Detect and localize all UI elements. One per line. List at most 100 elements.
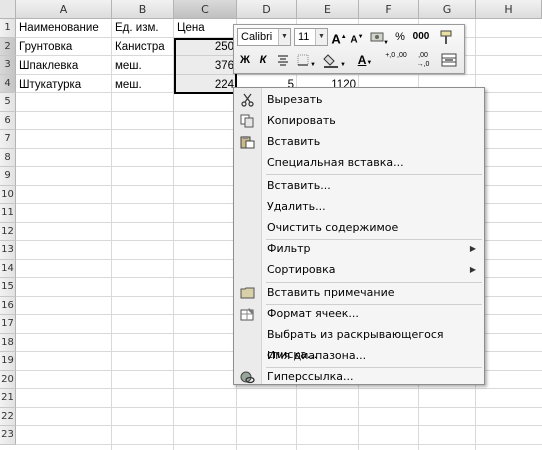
svg-text:▼: ▼: [383, 40, 389, 46]
row-header-9[interactable]: 9: [0, 167, 16, 186]
row-header-23[interactable]: 23: [0, 426, 16, 445]
row-header-3[interactable]: 3: [0, 56, 16, 75]
grow-font-button[interactable]: A▲: [331, 28, 347, 46]
cell-b4[interactable]: меш.: [112, 76, 174, 94]
column-header-e[interactable]: E: [297, 0, 359, 19]
row-header-21[interactable]: 21: [0, 389, 16, 408]
context-menu: Вырезать Копировать Вставить Специальная…: [233, 87, 485, 385]
row-header-2[interactable]: 2: [0, 37, 16, 57]
format-painter-button[interactable]: [435, 28, 457, 46]
row-header-20[interactable]: 20: [0, 370, 16, 390]
copy-icon: [240, 114, 254, 128]
font-size-value: 11: [298, 31, 310, 43]
row-header-16[interactable]: 16: [0, 296, 16, 316]
select-all-corner[interactable]: [0, 0, 16, 19]
fill-color-button[interactable]: ▼: [322, 51, 348, 69]
row-header-6[interactable]: 6: [0, 111, 16, 131]
menu-separator: [266, 174, 482, 175]
row-header-8[interactable]: 8: [0, 148, 16, 168]
cell-b2[interactable]: Канистра: [112, 38, 174, 56]
percent-format-button[interactable]: %: [392, 28, 408, 46]
cell-a1[interactable]: Наименование: [16, 19, 112, 37]
row-header-19[interactable]: 19: [0, 352, 16, 371]
menu-item-format-cells[interactable]: Формат ячеек...: [234, 304, 484, 324]
menu-item-hyperlink[interactable]: Гиперссылка...: [234, 367, 484, 387]
increase-decimal-button[interactable]: +,0 ,00: [384, 51, 408, 69]
submenu-arrow-icon: ▶: [469, 244, 476, 253]
menu-item-insert-comment[interactable]: Вставить примечание: [234, 283, 484, 303]
scissors-icon: [241, 93, 254, 107]
italic-button[interactable]: К: [255, 51, 271, 69]
grid-line: [16, 443, 542, 445]
shrink-font-button[interactable]: A▼: [349, 28, 365, 46]
row-header-7[interactable]: 7: [0, 130, 16, 149]
menu-item-pick-from-list[interactable]: Выбрать из раскрывающегося списка...: [234, 325, 484, 361]
comment-icon: [240, 287, 255, 299]
borders-button[interactable]: ▼: [295, 51, 317, 69]
font-name-value: Calibri: [241, 31, 273, 43]
column-header-a[interactable]: A: [16, 0, 112, 19]
chevron-down-icon[interactable]: ▼: [315, 29, 327, 45]
svg-text:▼: ▼: [340, 62, 346, 68]
format-painter-icon: [440, 30, 452, 44]
cell-c4[interactable]: 224: [174, 76, 237, 94]
menu-item-filter[interactable]: Фильтр ▶: [234, 239, 484, 259]
currency-icon: ▼: [370, 32, 389, 46]
menu-item-insert[interactable]: Вставить...: [234, 176, 484, 196]
row-header-1[interactable]: 1: [0, 19, 16, 38]
center-align-button[interactable]: [274, 51, 292, 69]
hyperlink-icon: [240, 371, 255, 384]
font-size-combo[interactable]: 11 ▼: [294, 28, 328, 46]
cell-c1[interactable]: Цена: [174, 19, 237, 37]
cell-a2[interactable]: Грунтовка: [16, 38, 112, 56]
font-color-button[interactable]: A▼: [352, 51, 378, 69]
bold-button[interactable]: Ж: [237, 51, 253, 69]
cell-a4[interactable]: Штукатурка: [16, 76, 112, 94]
borders-icon: ▼: [297, 54, 316, 68]
menu-item-copy[interactable]: Копировать: [234, 111, 484, 131]
column-header-b[interactable]: B: [112, 0, 174, 19]
chevron-down-icon[interactable]: ▼: [278, 29, 290, 45]
row-header-5[interactable]: 5: [0, 93, 16, 112]
grid-line: [16, 388, 542, 390]
currency-format-button[interactable]: ▼: [368, 28, 390, 46]
menu-item-cut[interactable]: Вырезать: [234, 90, 484, 110]
font-name-combo[interactable]: Calibri ▼: [237, 28, 291, 46]
cell-b1[interactable]: Ед. изм.: [112, 19, 174, 37]
cell-c3[interactable]: 376: [174, 57, 237, 75]
row-header-4[interactable]: 4: [0, 74, 16, 94]
column-header-h[interactable]: H: [476, 0, 542, 19]
svg-text:▼: ▼: [310, 62, 316, 68]
cell-b3[interactable]: меш.: [112, 57, 174, 75]
row-header-12[interactable]: 12: [0, 222, 16, 242]
column-header-c[interactable]: C: [174, 0, 237, 19]
row-header-10[interactable]: 10: [0, 185, 16, 205]
cell-c2[interactable]: 250: [174, 38, 237, 56]
thousands-separator-button[interactable]: 000: [410, 28, 432, 46]
menu-item-delete[interactable]: Удалить...: [234, 197, 484, 217]
column-header-d[interactable]: D: [237, 0, 297, 19]
row-header-15[interactable]: 15: [0, 278, 16, 297]
decrease-decimal-button[interactable]: ,00 →,0: [411, 51, 435, 69]
fill-color-icon: ▼: [323, 54, 346, 68]
row-header-11[interactable]: 11: [0, 204, 16, 223]
row-header-17[interactable]: 17: [0, 315, 16, 334]
row-header-14[interactable]: 14: [0, 259, 16, 279]
menu-item-paste[interactable]: Вставить: [234, 132, 484, 152]
row-header-13[interactable]: 13: [0, 241, 16, 260]
menu-item-sort[interactable]: Сортировка ▶: [234, 260, 484, 280]
merge-center-button[interactable]: [438, 51, 460, 69]
menu-item-name-range[interactable]: Имя диапазона...: [234, 346, 484, 366]
menu-item-paste-special[interactable]: Специальная вставка...: [234, 153, 484, 173]
align-center-icon: [278, 55, 288, 66]
column-header-g[interactable]: G: [419, 0, 476, 19]
row-header-18[interactable]: 18: [0, 333, 16, 353]
column-header-f[interactable]: F: [359, 0, 419, 19]
format-cells-icon: [240, 308, 254, 321]
mini-toolbar: Calibri ▼ 11 ▼ A▲ A▼ ▼ % 000 Ж К ▼ ▼ A▼ …: [233, 24, 465, 74]
cell-a3[interactable]: Шпаклевка: [16, 57, 112, 75]
grid-line: [16, 406, 542, 408]
row-header-22[interactable]: 22: [0, 407, 16, 427]
menu-item-clear-contents[interactable]: Очистить содержимое: [234, 218, 484, 238]
submenu-arrow-icon: ▶: [469, 265, 476, 274]
